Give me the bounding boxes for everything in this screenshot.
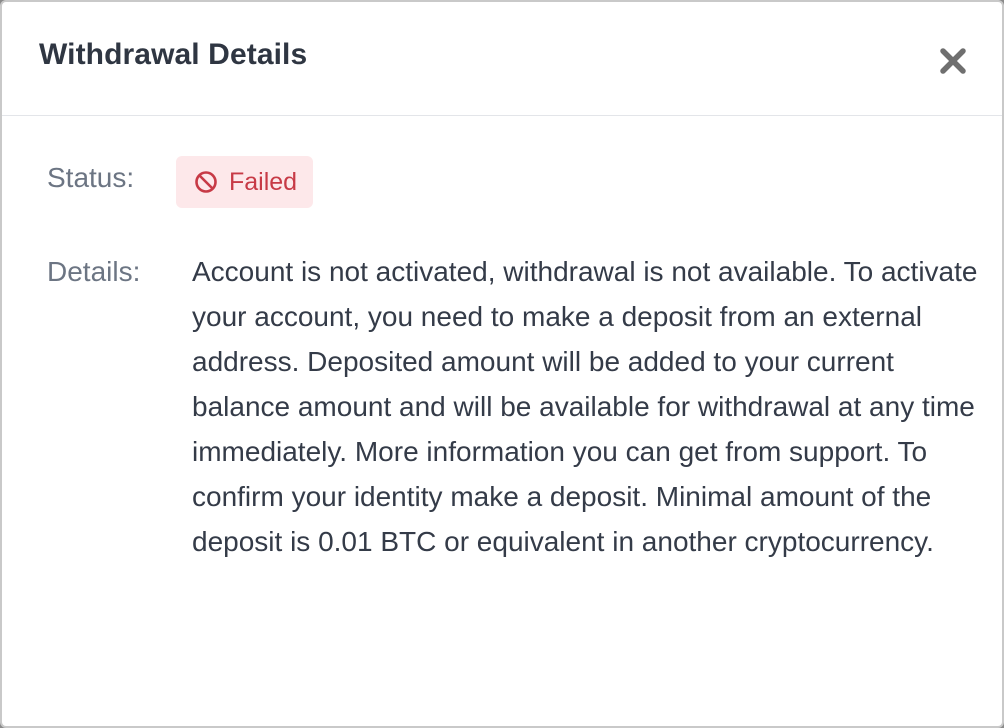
modal-title: Withdrawal Details [39, 38, 308, 71]
details-label: Details: [47, 256, 141, 287]
ban-icon [195, 171, 217, 193]
modal-header: Withdrawal Details [2, 2, 1002, 116]
close-icon [940, 48, 966, 74]
withdrawal-details-modal: Withdrawal Details Status: Failed Detail… [0, 0, 1004, 728]
details-text: Account is not activated, withdrawal is … [192, 256, 978, 557]
status-value: Failed [229, 167, 298, 196]
status-label: Status: [47, 162, 135, 193]
status-badge: Failed [176, 156, 314, 208]
close-button[interactable] [938, 46, 968, 76]
